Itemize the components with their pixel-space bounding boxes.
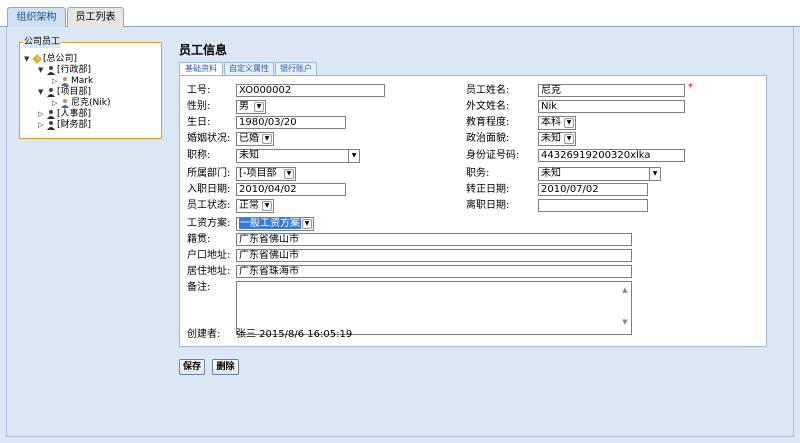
emp-no-input[interactable]: XO000002 [236, 84, 385, 97]
creator-value: 张三 2015/8/6 16:05:19 [236, 329, 353, 340]
political-value: 未知 [541, 133, 561, 144]
expand-arrow-icon[interactable]: ▼ [38, 86, 46, 98]
label-remark: 备注: [187, 282, 211, 293]
title-value: 未知 [239, 150, 259, 161]
remark-textarea[interactable]: ▲ ▼ [236, 281, 632, 335]
education-select[interactable]: 本科 ▼ [538, 116, 576, 130]
birthday-input[interactable]: 1980/03/20 [236, 116, 346, 129]
tab-employee-list[interactable]: 员工列表 [67, 7, 124, 27]
expand-arrow-icon[interactable]: ▼ [24, 53, 32, 65]
label-foreign-name: 外文姓名: [466, 101, 510, 112]
collapse-arrow-icon[interactable]: ▷ [38, 119, 46, 131]
native-place-input[interactable]: 广东省佛山市 [236, 233, 632, 246]
chevron-down-icon: ▼ [564, 118, 574, 128]
top-tab-bar: 组织架构 员工列表 [0, 0, 800, 28]
regular-date-input[interactable]: 2010/07/02 [538, 183, 648, 196]
group-icon [47, 88, 55, 97]
group-icon [47, 66, 55, 75]
content-frame: 公司员工 ▼ [总公司] ▼ [行政部] ▷ Mark ▼ [项目部] ▷ 尼克(Nik)… [6, 27, 794, 437]
required-mark: * [688, 82, 693, 93]
label-title: 职称: [187, 150, 211, 161]
employee-form: 工号: XO000002 员工姓名: 尼克 * 性别: 男 ▼ 外文姓名: Nik… [179, 75, 767, 347]
label-political: 政治面貌: [466, 133, 510, 144]
label-gender: 性别: [187, 101, 211, 112]
label-leave-date: 离职日期: [466, 200, 510, 211]
tree-node-finance-dept[interactable]: ▷ [财务部] [38, 119, 91, 131]
hire-date-input[interactable]: 2010/04/02 [236, 183, 346, 196]
expand-arrow-icon[interactable]: ▼ [38, 64, 46, 76]
gender-select[interactable]: 男 ▼ [236, 100, 266, 114]
label-birthday: 生日: [187, 117, 211, 128]
tree-title: 公司员工 [23, 36, 62, 48]
position-combo[interactable]: 未知 ▼ [538, 167, 661, 181]
tab-org-structure[interactable]: 组织架构 [7, 7, 66, 28]
department-select[interactable]: [-项目部 ▼ [236, 167, 296, 181]
id-card-input[interactable]: 44326919200320xlka [538, 149, 685, 162]
home-addr-input[interactable]: 广东省珠海市 [236, 265, 632, 278]
tab-bank-account[interactable]: 银行账户 [275, 62, 317, 75]
chevron-down-icon: ▼ [262, 201, 272, 211]
label-regular-date: 转正日期: [466, 184, 510, 195]
salary-plan-select[interactable]: 一般工资方案 ▼ [236, 217, 314, 231]
scroll-up-icon[interactable]: ▲ [621, 286, 629, 294]
tab-custom-attributes[interactable]: 自定义属性 [224, 62, 274, 75]
political-select[interactable]: 未知 ▼ [538, 132, 576, 146]
label-native-place: 籍贯: [187, 234, 211, 245]
name-input[interactable]: 尼克 [538, 84, 685, 97]
user-icon [61, 99, 69, 108]
department-value: [-项目部 [239, 168, 277, 179]
tree-label: [财务部] [57, 120, 92, 130]
status-value: 正常 [239, 200, 259, 211]
foreign-name-input[interactable]: Nik [538, 100, 685, 113]
dropdown-arrow-icon[interactable]: ▼ [649, 168, 660, 180]
position-value: 未知 [541, 168, 561, 179]
group-icon [47, 110, 55, 119]
save-button[interactable]: 保存 [179, 359, 205, 375]
tab-basic-info[interactable]: 基础资料 [179, 62, 223, 76]
user-icon [61, 77, 69, 86]
label-home-addr: 居住地址: [187, 266, 231, 277]
status-select[interactable]: 正常 ▼ [236, 199, 274, 213]
label-household-addr: 户口地址: [187, 250, 231, 261]
scroll-down-icon[interactable]: ▼ [621, 318, 629, 326]
label-marital: 婚姻状况: [187, 133, 231, 144]
label-name: 员工姓名: [466, 85, 510, 96]
chevron-down-icon: ▼ [262, 134, 272, 144]
leave-date-input[interactable] [538, 199, 648, 212]
org-tree: 公司员工 ▼ [总公司] ▼ [行政部] ▷ Mark ▼ [项目部] ▷ 尼克(Nik)… [19, 36, 162, 139]
chevron-down-icon: ▼ [302, 219, 312, 229]
marital-select[interactable]: 已婚 ▼ [236, 132, 274, 146]
marital-value: 已婚 [239, 133, 259, 144]
chevron-down-icon: ▼ [284, 169, 294, 179]
label-status: 员工状态: [187, 200, 231, 211]
chevron-down-icon: ▼ [564, 134, 574, 144]
chevron-down-icon: ▼ [254, 102, 264, 112]
label-position: 职务: [466, 168, 490, 179]
salary-plan-value: 一般工资方案 [239, 218, 301, 229]
dropdown-arrow-icon[interactable]: ▼ [348, 150, 359, 162]
label-department: 所属部门: [187, 168, 231, 179]
title-combo[interactable]: 未知 ▼ [236, 149, 360, 163]
gender-value: 男 [239, 101, 249, 112]
label-salary-plan: 工资方案: [187, 218, 231, 229]
group-icon [47, 121, 55, 130]
label-education: 教育程度: [466, 117, 510, 128]
education-value: 本科 [541, 117, 561, 128]
household-addr-input[interactable]: 广东省佛山市 [236, 249, 632, 262]
label-hire-date: 入职日期: [187, 184, 231, 195]
panel-title: 员工信息 [179, 43, 228, 57]
label-creator: 创建者: [187, 329, 221, 340]
label-emp-no: 工号: [187, 85, 211, 96]
delete-button[interactable]: 删除 [212, 359, 239, 375]
label-id-card: 身份证号码: [466, 150, 520, 161]
company-icon [32, 54, 42, 64]
